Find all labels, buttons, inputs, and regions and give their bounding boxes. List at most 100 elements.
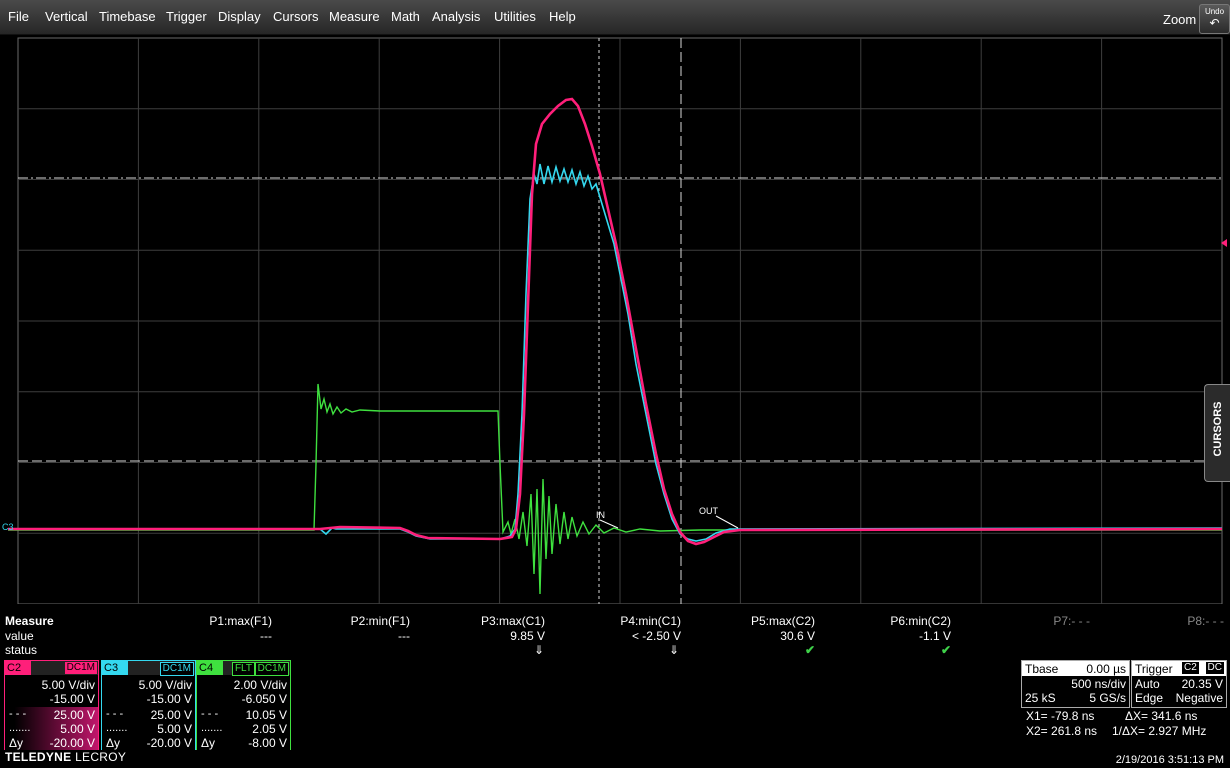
menu-cursors[interactable]: Cursors	[273, 9, 319, 24]
datetime: 2/19/2016 3:51:13 PM	[1115, 754, 1224, 766]
channel-cursor2: 5.00 V	[157, 722, 192, 736]
channel-name: C2	[5, 661, 31, 675]
cursor1-line-icon: - - -	[106, 708, 124, 720]
channel-offset: -15.00 V	[49, 692, 95, 706]
channel-coupling: DC1M	[159, 662, 194, 676]
measure-p1-value: ---	[260, 629, 272, 643]
cursor2-line-icon: .......	[201, 722, 223, 734]
cursor1-line-icon: - - -	[201, 708, 219, 720]
trace-c3	[8, 163, 1223, 542]
channel-cursor1: 25.00 V	[150, 708, 192, 722]
undo-icon: ↶	[1209, 16, 1220, 30]
channel-c2-descriptor[interactable]: C2 DC1M 5.00 V/div -15.00 V - - - 25.00 …	[4, 660, 99, 752]
trigger-descriptor[interactable]: Trigger C2 DC Auto 20.35 V Edge Negative	[1131, 660, 1227, 708]
timebase-descriptor[interactable]: Tbase 0.00 µs 500 ns/div 25 kS 5 GS/s	[1021, 660, 1130, 708]
channel-offset: -15.00 V	[146, 692, 192, 706]
measure-p6-value: -1.1 V	[918, 629, 951, 643]
menu-measure[interactable]: Measure	[329, 9, 380, 24]
channel-dy: -8.00 V	[248, 736, 287, 750]
menu-file[interactable]: File	[8, 9, 29, 24]
cursor2-line-icon: .......	[106, 722, 128, 734]
channel-dy: -20.00 V	[146, 736, 192, 750]
measure-p5-name[interactable]: P5:max(C2)	[695, 614, 815, 628]
measure-status-row-label: status	[5, 643, 38, 657]
cursors-tab-label: CURSORS	[1212, 401, 1224, 457]
measure-p5-value: 30.6 V	[780, 629, 815, 643]
menu-timebase[interactable]: Timebase	[99, 9, 156, 24]
timebase-tdiv: 500 ns/div	[1071, 677, 1126, 691]
channel-name: C3	[102, 661, 128, 675]
channel-dy-label: Δy	[201, 736, 216, 750]
channel-cursor2: 5.00 V	[60, 722, 95, 736]
trigger-in-leader	[599, 519, 619, 529]
cursor-x1: X1= -79.8 ns	[1026, 709, 1095, 723]
channel-offset: -6.050 V	[241, 692, 287, 706]
channel-c3-descriptor[interactable]: C3 DC1M 5.00 V/div -15.00 V - - - 25.00 …	[101, 660, 196, 752]
grid-lines	[17, 37, 1223, 604]
timebase-label: Tbase	[1025, 662, 1059, 676]
measure-title: Measure	[5, 614, 54, 628]
channel-vdiv: 5.00 V/div	[138, 678, 192, 692]
menu-trigger[interactable]: Trigger	[166, 9, 207, 24]
trace-c4	[8, 383, 1222, 595]
trigger-in-label: IN	[596, 510, 605, 520]
trigger-out-leader	[715, 515, 739, 529]
menu-utilities[interactable]: Utilities	[494, 9, 536, 24]
channel-vdiv: 5.00 V/div	[41, 678, 95, 692]
menu-display[interactable]: Display	[218, 9, 261, 24]
trigger-coupling: DC	[1205, 662, 1224, 674]
channel-cursor1: 10.05 V	[245, 708, 287, 722]
measure-p8-name[interactable]: P8:- - -	[1104, 614, 1224, 628]
measure-p3-name[interactable]: P3:max(C1)	[425, 614, 545, 628]
channel-dy-label: Δy	[9, 736, 24, 750]
trigger-type: Edge	[1135, 691, 1164, 705]
measure-value-row-label: value	[5, 629, 34, 643]
trigger-level: 20.35 V	[1181, 677, 1223, 691]
channel-coupling: DC1M	[64, 662, 97, 674]
measure-p5-status-icon: ✔	[804, 643, 815, 657]
measure-p7-name[interactable]: P7:- - -	[970, 614, 1090, 628]
brand-light: LECROY	[75, 750, 127, 764]
waveform-grid[interactable]: C3 IN OUT	[0, 34, 1230, 604]
cursor-inv-dx: 1/ΔX= 2.927 MHz	[1112, 724, 1207, 738]
cursor2-line-icon: .......	[9, 722, 31, 734]
zoom-button[interactable]: Zoom	[1163, 12, 1196, 27]
measure-p2-value: ---	[398, 629, 410, 643]
measure-p4-value: < -2.50 V	[631, 629, 681, 643]
trigger-out-label: OUT	[699, 506, 719, 516]
measure-p1-name[interactable]: P1:max(F1)	[152, 614, 272, 628]
waveform-traces	[8, 97, 1223, 595]
channel-c4-descriptor[interactable]: C4 FLT DC1M 2.00 V/div -6.050 V - - - 10…	[196, 660, 291, 752]
channel-vdiv: 2.00 V/div	[233, 678, 287, 692]
measure-p2-name[interactable]: P2:min(F1)	[290, 614, 410, 628]
measure-p4-name[interactable]: P4:min(C1)	[561, 614, 681, 628]
trigger-source: C2	[1182, 662, 1199, 674]
channel-name: C4	[197, 661, 223, 675]
timebase-delay: 0.00 µs	[1086, 662, 1126, 676]
trigger-slope: Negative	[1175, 691, 1223, 705]
measure-p6-name[interactable]: P6:min(C2)	[831, 614, 951, 628]
undo-button[interactable]: Undo ↶	[1199, 4, 1230, 34]
brand-logo: TELEDYNE LECROY	[5, 750, 126, 764]
channel-filter-badge: FLT	[231, 662, 255, 676]
trigger-label: Trigger	[1135, 662, 1173, 676]
cursor1-line-icon: - - -	[9, 708, 27, 720]
menu-help[interactable]: Help	[549, 9, 576, 24]
channel-cursor1: 25.00 V	[53, 708, 95, 722]
cursor-x2: X2= 261.8 ns	[1026, 724, 1098, 738]
timebase-samples: 25 kS	[1025, 691, 1056, 705]
menu-vertical[interactable]: Vertical	[45, 9, 88, 24]
channel-dy: -20.00 V	[49, 736, 95, 750]
measure-p3-status-icon: ⇓	[533, 643, 544, 657]
measure-p3-value: 9.85 V	[510, 629, 545, 643]
measure-p4-status-icon: ⇓	[668, 643, 679, 657]
channel-coupling: DC1M	[254, 662, 289, 676]
trigger-mode: Auto	[1135, 677, 1160, 691]
menu-analysis[interactable]: Analysis	[432, 9, 480, 24]
c3-level-marker: C3	[2, 522, 14, 532]
measure-p6-status-icon: ✔	[940, 643, 951, 657]
cursors-tab[interactable]: CURSORS	[1204, 384, 1230, 482]
channel-cursor2: 2.05 V	[252, 722, 287, 736]
menu-math[interactable]: Math	[391, 9, 420, 24]
cursor-dx: ΔX= 341.6 ns	[1125, 709, 1198, 723]
